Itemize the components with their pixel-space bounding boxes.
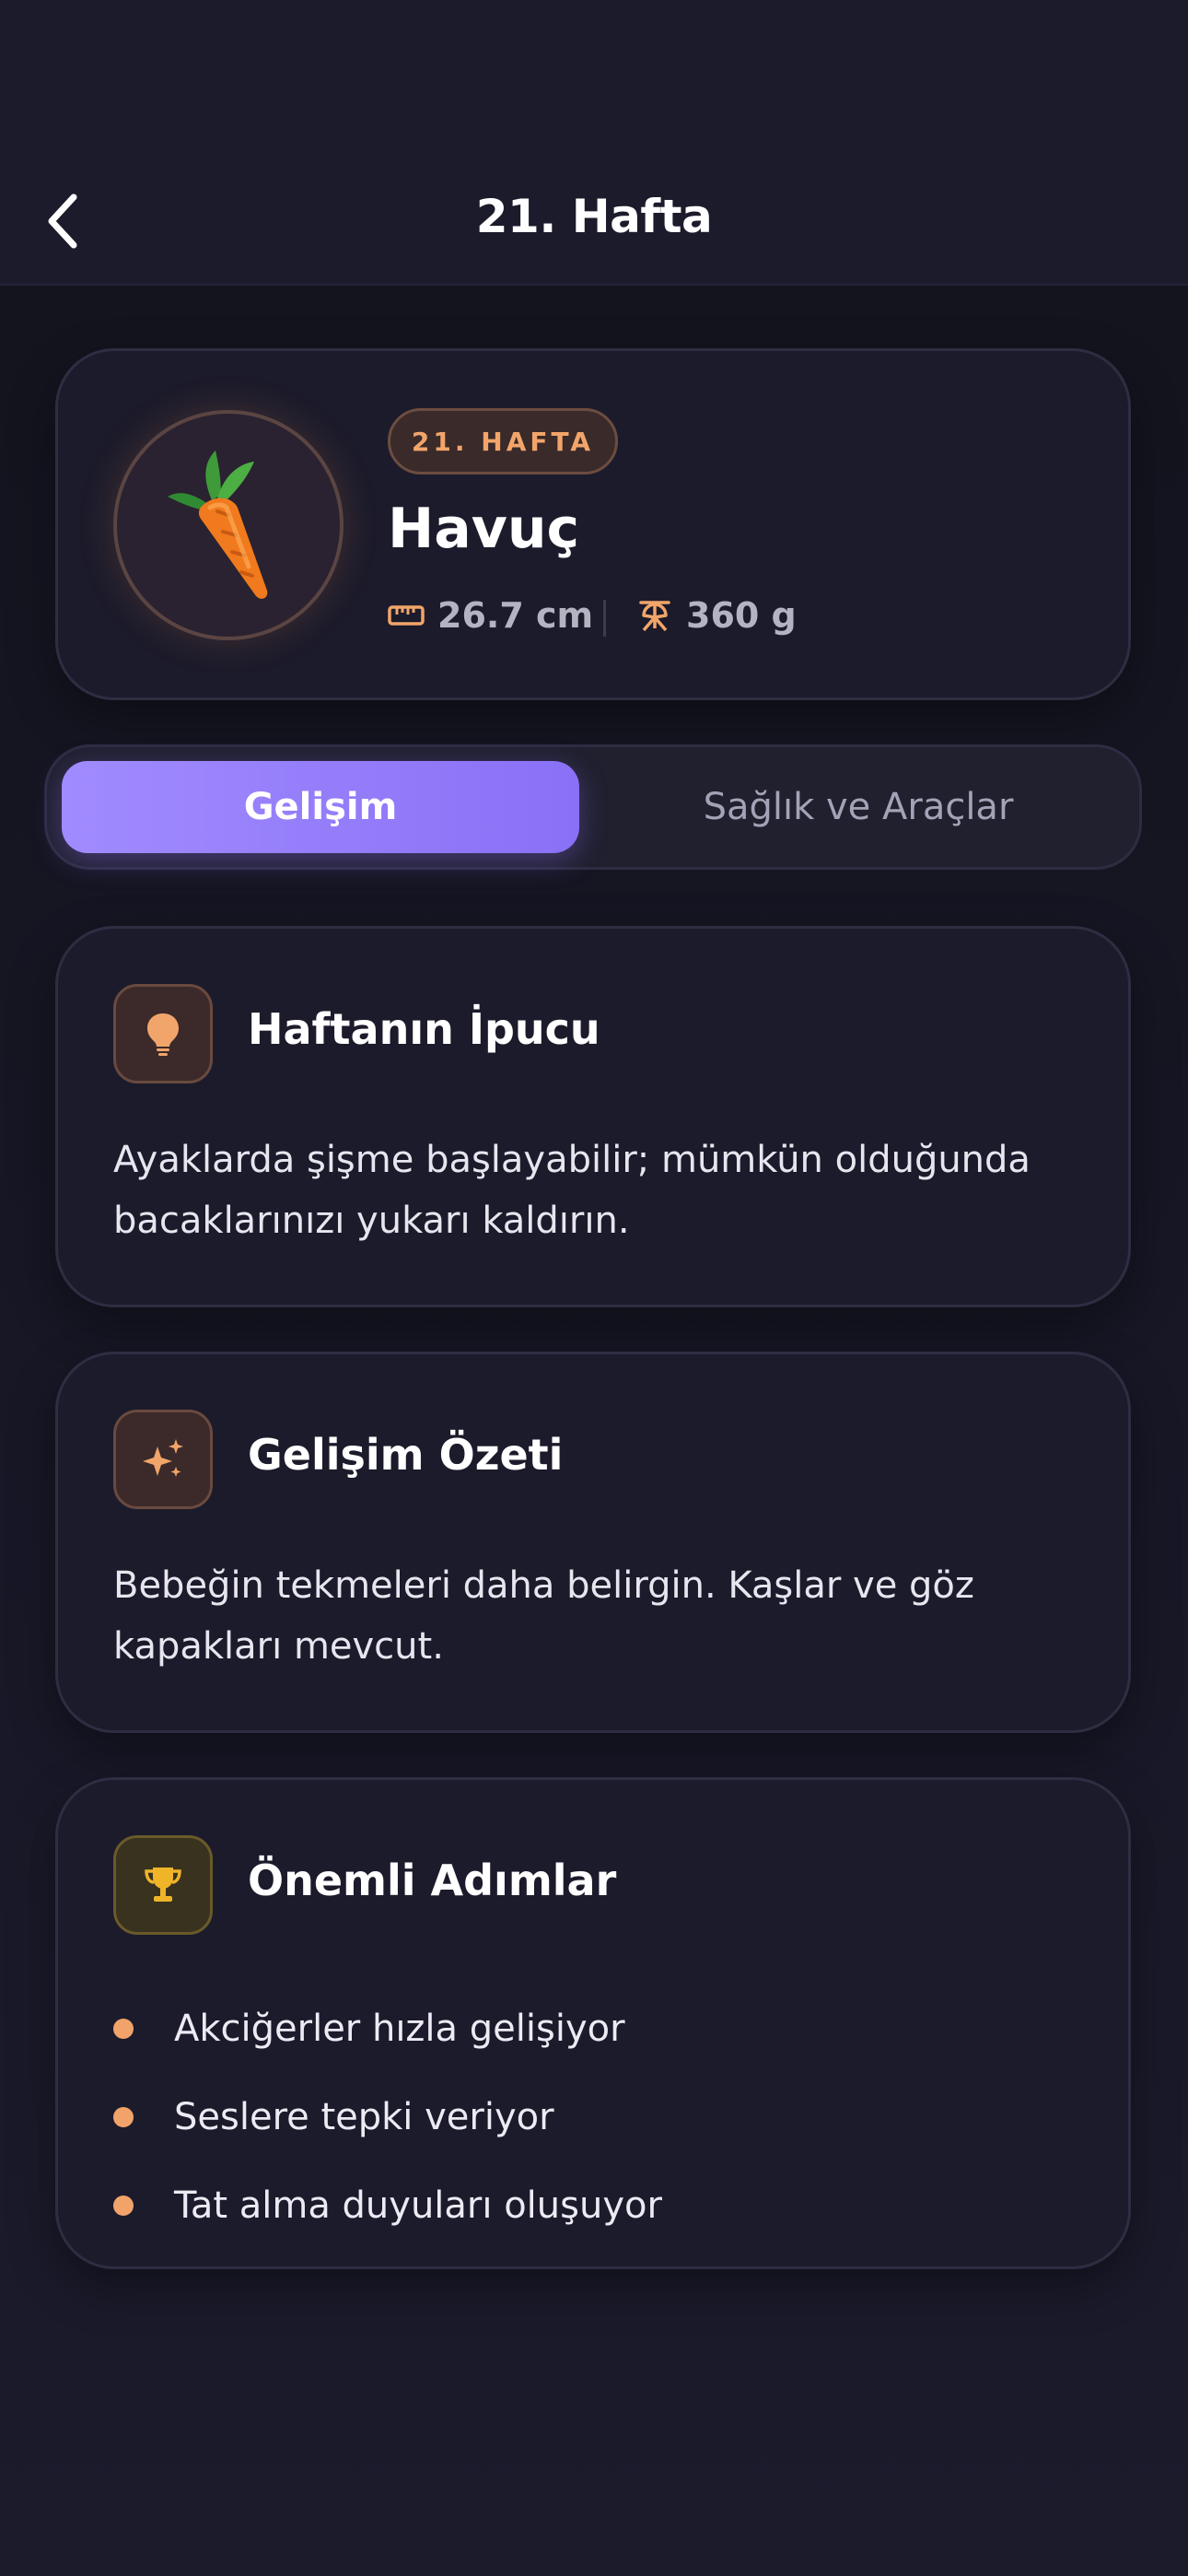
list-item: Akciğerler hızla gelişiyor xyxy=(113,1985,662,2073)
carrot-icon xyxy=(168,451,268,599)
fruit-name: Havuç xyxy=(388,497,580,561)
summary-text: Bebeğin tekmeleri daha belirgin. Kaşlar … xyxy=(113,1564,974,1668)
week-badge: 21. HAFTA xyxy=(388,408,618,474)
tip-text: Ayaklarda şişme başlayabilir; mümkün old… xyxy=(113,1139,1031,1242)
milestone-text: Tat alma duyuları oluşuyor xyxy=(174,2184,662,2227)
summary-card: Gelişim Özeti Bebeğin tekmeleri daha bel… xyxy=(55,1352,1131,1733)
tab-gelisim[interactable]: Gelişim xyxy=(62,761,579,853)
length-stat: 26.7 cm xyxy=(388,595,593,636)
length-value: 26.7 cm xyxy=(437,595,594,636)
bullet-icon xyxy=(113,2195,134,2216)
trophy-icon xyxy=(145,1868,181,1902)
page-title: 21. Hafta xyxy=(475,190,713,243)
list-item: Seslere tepki veriyor xyxy=(113,2073,662,2161)
tip-title: Haftanın İpucu xyxy=(248,1004,600,1054)
tab-saglik-ve-araclar[interactable]: Sağlık ve Araçlar xyxy=(600,761,1117,853)
milestone-text: Akciğerler hızla gelişiyor xyxy=(174,2008,625,2050)
segment-tabs: Gelişim Sağlık ve Araçlar xyxy=(44,744,1142,870)
screen: 21. Hafta 21. HAFTA Havuç 26.7 cm 360 g … xyxy=(0,0,1188,2576)
scale-icon xyxy=(639,601,670,632)
milestones-list: Akciğerler hızla gelişiyor Seslere tepki… xyxy=(113,1985,662,2250)
fruit-avatar xyxy=(113,410,344,640)
tip-card: Haftanın İpucu Ayaklarda şişme başlayabi… xyxy=(55,926,1131,1307)
list-item: Tat alma duyuları oluşuyor xyxy=(113,2161,662,2250)
summary-icon-box xyxy=(113,1410,213,1509)
week-hero-card: 21. HAFTA Havuç 26.7 cm 360 g xyxy=(55,348,1131,700)
bullet-icon xyxy=(113,2107,134,2127)
milestones-icon-box xyxy=(113,1835,213,1935)
bullet-icon xyxy=(113,2019,134,2039)
ruler-icon xyxy=(388,605,425,626)
tip-icon-box xyxy=(113,984,213,1083)
summary-title: Gelişim Özeti xyxy=(248,1430,564,1480)
lightbulb-icon xyxy=(147,1013,179,1056)
weight-stat: 360 g xyxy=(636,595,797,636)
milestones-card: Önemli Adımlar Akciğerler hızla gelişiyo… xyxy=(55,1777,1131,2269)
sparkles-icon xyxy=(143,1439,183,1477)
milestones-title: Önemli Adımlar xyxy=(248,1856,617,1905)
header: 21. Hafta xyxy=(0,0,1188,286)
weight-value: 360 g xyxy=(686,595,797,636)
milestone-text: Seslere tepki veriyor xyxy=(174,2096,554,2138)
stat-divider xyxy=(603,600,606,637)
